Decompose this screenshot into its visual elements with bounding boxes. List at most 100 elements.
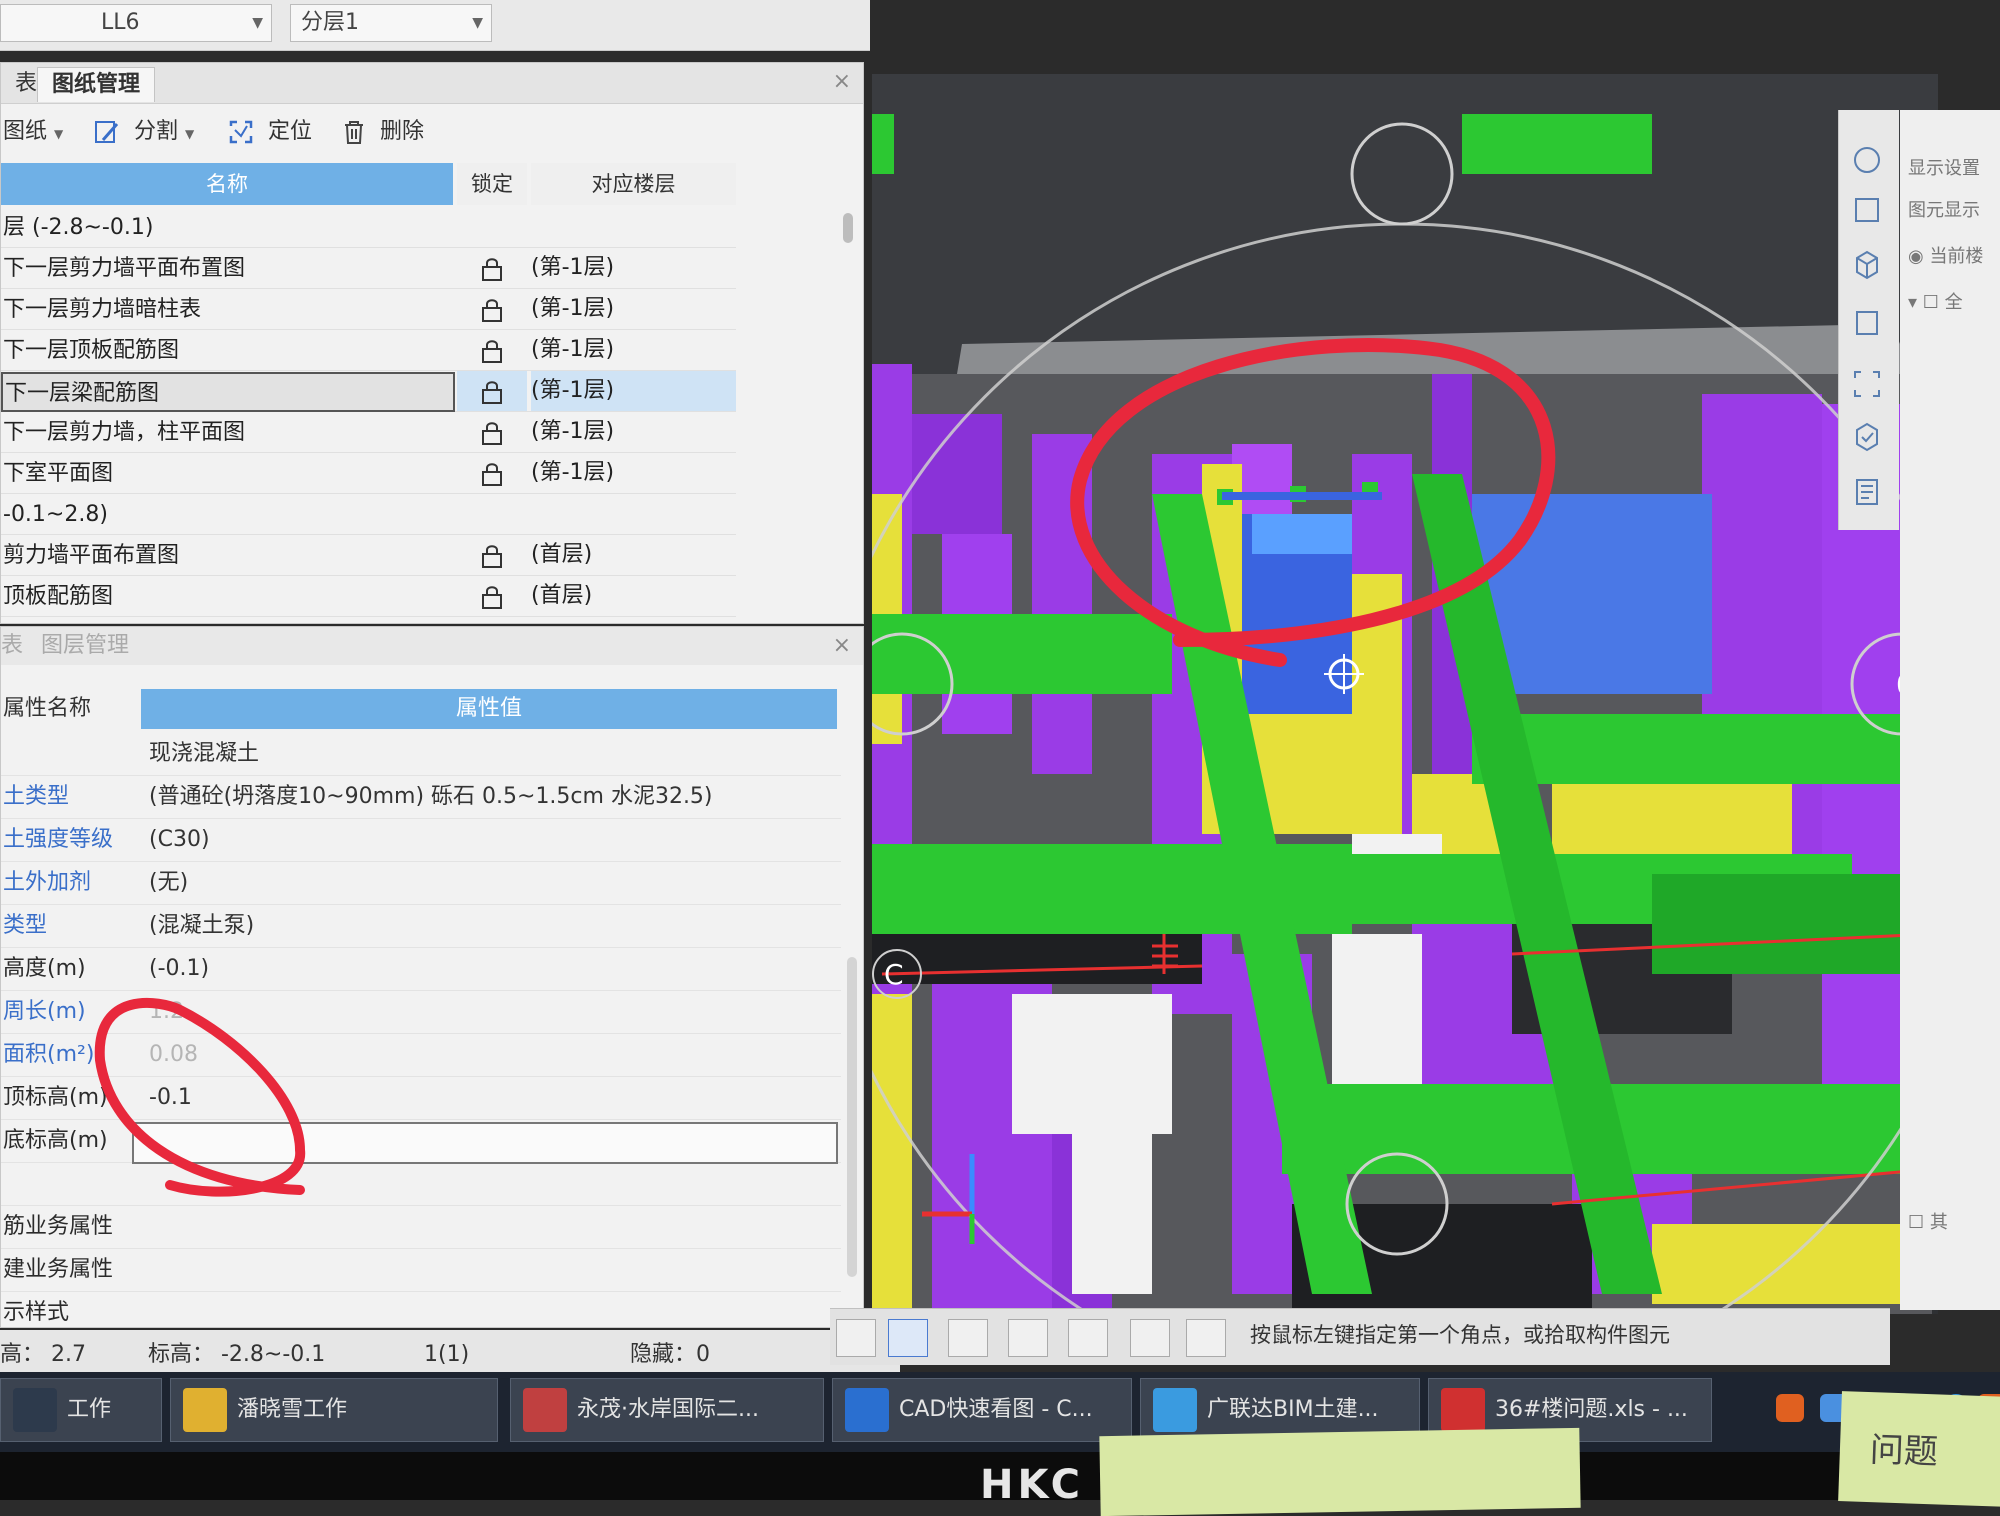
offset-snap-button[interactable] [1068, 1319, 1108, 1357]
chevron-down-icon: ▼ [185, 127, 195, 141]
drawing-row[interactable]: 下一层剪力墙平面布置图 (第-1层) [1, 248, 736, 289]
angle-snap-button[interactable] [1008, 1319, 1048, 1357]
lock-cell[interactable] [457, 207, 527, 247]
property-value[interactable]: (普通砼(坍落度10~90mm) 砾石 0.5~1.5cm 水泥32.5) [149, 776, 713, 818]
lock-cell[interactable] [457, 494, 527, 534]
property-edit-box[interactable] [132, 1122, 838, 1164]
split-button[interactable]: 分割 ▼ [93, 115, 194, 149]
drawing-row[interactable]: 下一层顶板配筋图 (第-1层) [1, 330, 736, 371]
property-row[interactable]: 筋业务属性 [1, 1206, 841, 1249]
3d-viewport[interactable]: C 0 [872, 74, 1938, 1314]
property-tabs: 表 图层管理 × [1, 627, 863, 665]
property-value[interactable]: (C30) [149, 819, 210, 861]
property-value[interactable]: 现浇混凝土 [149, 733, 259, 775]
all-checkbox[interactable]: ▾ ☐ 全 [1908, 288, 1963, 314]
drawing-row[interactable]: -0.1~2.8) [1, 494, 736, 535]
property-name: 周长(m) [3, 999, 86, 1024]
zoom-window-icon[interactable] [1851, 368, 1883, 400]
scrollbar-thumb[interactable] [843, 213, 853, 243]
property-row[interactable]: 土外加剂 (无) [1, 862, 841, 905]
drawing-row[interactable]: 剪力墙平面布置图 (首层) [1, 535, 736, 576]
current-floor-radio[interactable]: ◉ 当前楼 [1908, 242, 1983, 268]
other-checkbox[interactable]: ☐ 其 [1908, 1208, 1948, 1234]
lock-cell[interactable] [457, 330, 527, 370]
lock-cell[interactable] [457, 453, 527, 493]
close-icon[interactable]: × [833, 69, 851, 94]
2d-view-icon[interactable] [1851, 194, 1883, 226]
taskbar-label: 工作 [67, 1397, 112, 1422]
column-lock-header[interactable]: 锁定 [457, 163, 527, 205]
layer-combo[interactable]: 分层1 ▼ [290, 4, 492, 42]
property-value[interactable]: (-0.1) [149, 948, 209, 990]
property-row[interactable]: 示样式 [1, 1292, 841, 1335]
column-property-name: 属性名称 [3, 696, 92, 721]
trash-icon [345, 121, 363, 144]
arc-snap-button[interactable] [1186, 1319, 1226, 1357]
column-floor-header[interactable]: 对应楼层 [531, 163, 736, 205]
property-value[interactable]: 0.08 [149, 1034, 198, 1076]
column-name-header[interactable]: 名称 [1, 163, 453, 205]
lock-cell[interactable] [457, 576, 527, 616]
3d-box-icon[interactable] [1851, 248, 1883, 280]
tab-drawing-management[interactable]: 图纸管理 [37, 67, 156, 102]
property-row[interactable]: 顶标高(m) -0.1 [1, 1077, 841, 1120]
lock-icon [482, 340, 502, 363]
lock-cell[interactable] [457, 535, 527, 575]
property-value[interactable]: (无) [149, 862, 188, 904]
property-row[interactable]: 高度(m) (-0.1) [1, 948, 841, 991]
lock-cell[interactable] [457, 248, 527, 288]
taskbar-item[interactable]: 工作 [0, 1378, 162, 1442]
delete-button[interactable]: 删除 [341, 115, 424, 149]
property-row[interactable]: 现浇混凝土 [1, 733, 841, 776]
drawing-row[interactable]: 下室平面图 (第-1层) [1, 453, 736, 494]
drawing-row[interactable]: 下一层剪力墙，柱平面图 (第-1层) [1, 412, 736, 453]
view-box-icon[interactable] [1851, 306, 1883, 338]
property-row[interactable]: 土强度等级 (C30) [1, 819, 841, 862]
taskbar-item[interactable]: 永茂·水岸国际二... [510, 1378, 824, 1442]
property-row[interactable]: 周长(m) 1.2 [1, 991, 841, 1034]
close-icon[interactable]: × [833, 627, 851, 665]
component-type-combo[interactable]: LL6 ▼ [0, 4, 272, 42]
property-value[interactable]: -0.1 [149, 1077, 192, 1119]
drawing-row[interactable]: 层 (-2.8~-0.1) [1, 207, 736, 248]
property-value[interactable]: 1.2 [149, 991, 184, 1033]
floor-cell [531, 494, 736, 534]
property-row[interactable]: 土类型 (普通砼(坍落度10~90mm) 砾石 0.5~1.5cm 水泥32.5) [1, 776, 841, 819]
list-settings-icon[interactable] [1851, 476, 1883, 508]
drawing-row[interactable]: 下一层剪力墙暗柱表 (第-1层) [1, 289, 736, 330]
property-row[interactable]: 面积(m²) 0.08 [1, 1034, 841, 1077]
property-row[interactable] [1, 1163, 841, 1206]
drawing-name: 下一层剪力墙暗柱表 [3, 297, 202, 322]
lock-cell[interactable] [457, 371, 527, 411]
lock-cell[interactable] [457, 289, 527, 329]
drawing-label: 图纸 [3, 119, 48, 144]
rotate-icon[interactable] [1851, 144, 1883, 176]
locate-button[interactable]: 定位 [227, 115, 312, 149]
drawing-row[interactable]: 下一层梁配筋图 (第-1层) [1, 371, 736, 412]
taskbar-item[interactable]: CAD快速看图 - C... [832, 1378, 1132, 1442]
floor-cell: (首层) [531, 576, 736, 616]
checkbox-icon: ☐ [1908, 1212, 1930, 1233]
sogou-tray-icon[interactable] [1776, 1394, 1804, 1422]
locate-icon [229, 120, 253, 144]
lock-cell[interactable] [457, 412, 527, 452]
cross-snap-button[interactable] [948, 1319, 988, 1357]
property-value[interactable]: (混凝土泵) [149, 905, 254, 947]
property-row[interactable]: 类型 (混凝土泵) [1, 905, 841, 948]
tab-table-2[interactable]: 表 [1, 627, 23, 665]
floor-cell: (第-1层) [531, 453, 736, 493]
axis-label-c: C [884, 958, 904, 991]
floor-cell: (首层) [531, 535, 736, 575]
drawing-row[interactable]: 顶板配筋图 (首层) [1, 576, 736, 617]
taskbar-item[interactable]: 潘晓雪工作 [170, 1378, 498, 1442]
property-row[interactable]: 建业务属性 [1, 1249, 841, 1292]
drawing-name: 下一层顶板配筋图 [3, 338, 180, 363]
orthogonal-snap-button[interactable] [836, 1319, 876, 1357]
app-icon [1153, 1388, 1197, 1432]
drawing-dropdown-button[interactable]: 图纸 ▼ [3, 115, 63, 149]
tab-layer-management[interactable]: 图层管理 [41, 627, 129, 665]
scrollbar-track[interactable] [847, 957, 857, 1277]
display-toggle-button[interactable] [1130, 1319, 1170, 1357]
select-box-button[interactable] [888, 1319, 928, 1357]
check-box-icon[interactable] [1851, 420, 1883, 452]
